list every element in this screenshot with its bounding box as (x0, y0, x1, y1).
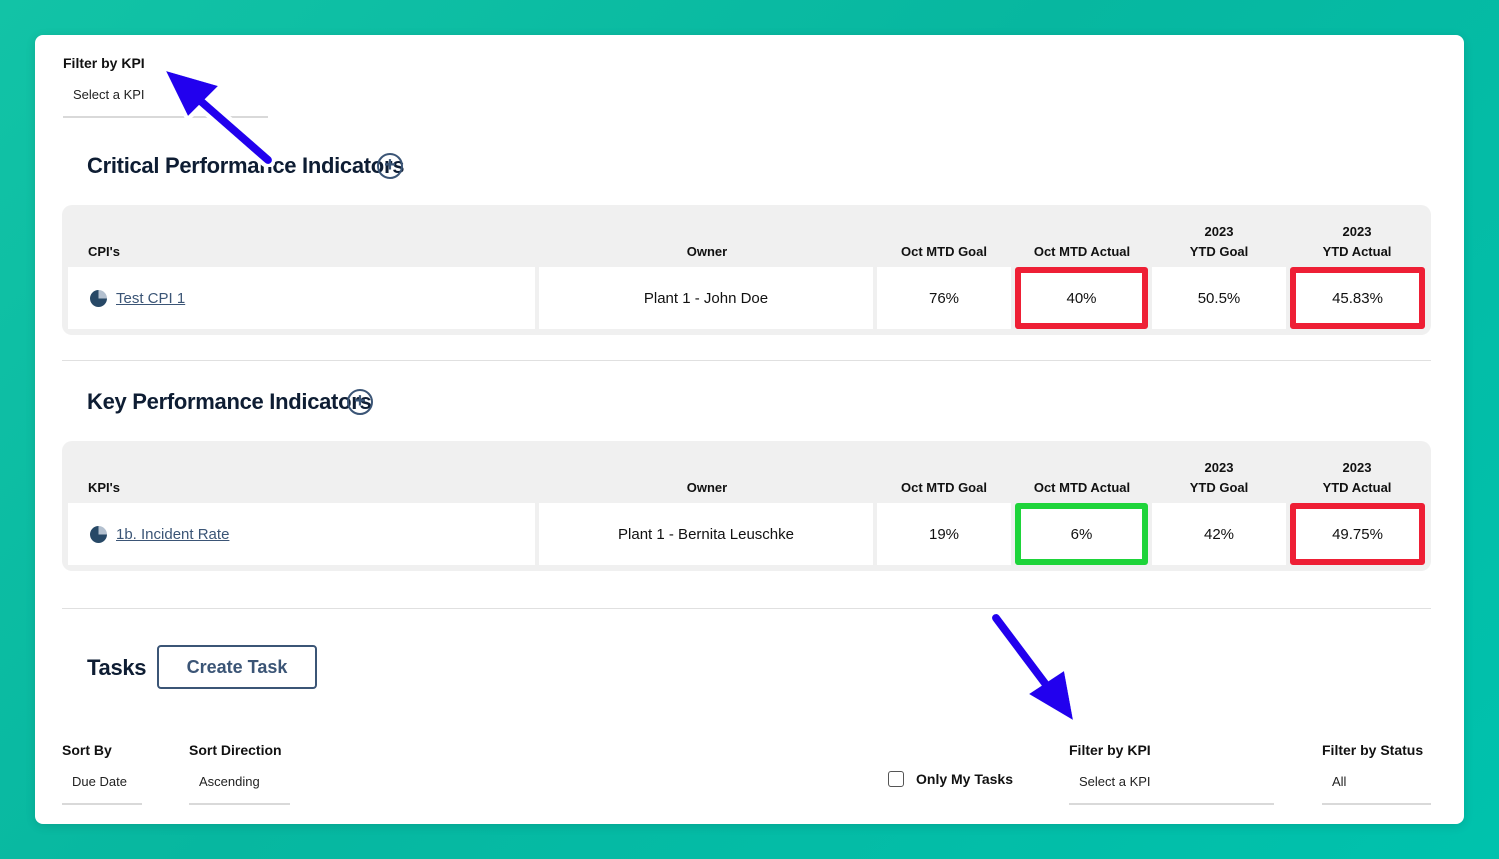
pie-chart-icon (90, 289, 107, 307)
kpi-mtd-goal-cell: 19% (877, 503, 1011, 565)
tasks-title: Tasks (87, 655, 147, 680)
kpi-header-owner: Owner (686, 480, 728, 495)
kpi-link[interactable]: 1b. Incident Rate (116, 526, 229, 543)
filter-kpi-label: Filter by KPI (63, 55, 145, 71)
kpi-mtd-actual-cell: 6% (1015, 503, 1148, 565)
cpi-ytd-goal-cell: 50.5% (1152, 267, 1286, 329)
create-task-button[interactable]: Create Task (157, 645, 317, 689)
kpi-table: KPI's Owner Oct MTD Goal Oct MTD Actual … (62, 441, 1431, 571)
filter-status-select[interactable]: All (1322, 769, 1431, 805)
divider (62, 360, 1431, 361)
sort-by-select[interactable]: Due Date (62, 769, 142, 805)
kpi-header-ytd-actual: YTD Actual (1322, 480, 1392, 495)
cpi-header-owner: Owner (686, 244, 728, 259)
main-card: Filter by KPI Select a KPI Critical Perf… (35, 35, 1464, 824)
kpi-header-mtd-actual: Oct MTD Actual (1033, 480, 1131, 495)
cpi-header-mtd-actual: Oct MTD Actual (1033, 244, 1131, 259)
kpi-section-title: Key Performance Indicators (87, 389, 372, 414)
sort-direction-select[interactable]: Ascending (189, 769, 290, 805)
cpi-section-title: Critical Performance Indicators (87, 153, 405, 178)
kpi-owner-cell: Plant 1 - Bernita Leuschke (539, 503, 873, 565)
tasks-filter-kpi-select[interactable]: Select a KPI (1069, 769, 1274, 805)
cpi-link[interactable]: Test CPI 1 (116, 290, 185, 307)
kpi-row-name-cell: 1b. Incident Rate (68, 503, 535, 565)
cpi-mtd-actual-cell: 40% (1015, 267, 1148, 329)
only-my-tasks-checkbox[interactable] (888, 771, 904, 787)
kpi-ytd-actual-cell: 49.75% (1290, 503, 1425, 565)
tasks-filter-kpi-label: Filter by KPI (1069, 742, 1151, 758)
cpi-ytd-actual-cell: 45.83% (1290, 267, 1425, 329)
filter-status-label: Filter by Status (1322, 742, 1424, 758)
kpi-header-ytd-goal-year: 2023 (1204, 460, 1234, 475)
kpi-header-ytd-actual-year: 2023 (1342, 460, 1372, 475)
divider (62, 608, 1431, 609)
cpi-row-name-cell: Test CPI 1 (68, 267, 535, 329)
kpi-header-mtd-goal: Oct MTD Goal (901, 480, 987, 495)
only-my-tasks-label: Only My Tasks (916, 771, 1014, 787)
cpi-header-ytd-actual: YTD Actual (1322, 244, 1392, 259)
cpi-header-ytd-goal-year: 2023 (1204, 224, 1234, 239)
cpi-header-mtd-goal: Oct MTD Goal (901, 244, 987, 259)
cpi-header-name: CPI's (88, 244, 120, 259)
kpi-header-ytd-goal: YTD Goal (1189, 480, 1249, 495)
kpi-ytd-goal-cell: 42% (1152, 503, 1286, 565)
cpi-header-ytd-actual-year: 2023 (1342, 224, 1372, 239)
cpi-mtd-goal-cell: 76% (877, 267, 1011, 329)
kpi-header-name: KPI's (88, 480, 120, 495)
sort-direction-label: Sort Direction (189, 742, 282, 758)
add-kpi-plus-icon[interactable]: + (347, 389, 373, 415)
cpi-table: CPI's Owner Oct MTD Goal Oct MTD Actual … (62, 205, 1431, 335)
cpi-owner-cell: Plant 1 - John Doe (539, 267, 873, 329)
cpi-header-ytd-goal: YTD Goal (1189, 244, 1249, 259)
pie-chart-icon (90, 525, 107, 543)
filter-kpi-select[interactable]: Select a KPI (63, 82, 268, 118)
add-cpi-plus-icon[interactable]: + (377, 153, 403, 179)
sort-by-label: Sort By (62, 742, 112, 758)
